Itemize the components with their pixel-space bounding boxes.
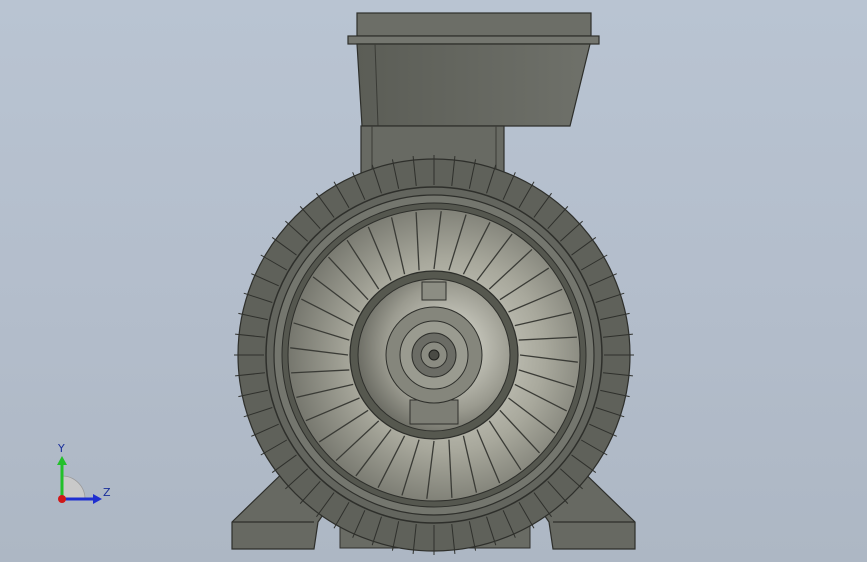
shaft-center: [428, 349, 440, 361]
triad-plane: [61, 475, 86, 500]
terminal-box-body: [356, 43, 591, 127]
axis-triad: Y Z: [48, 440, 118, 510]
motor-model[interactable]: [0, 0, 867, 562]
y-axis-arrow: [57, 456, 67, 465]
y-axis-label: Y: [58, 442, 65, 455]
terminal-box-lid: [356, 12, 592, 37]
hub-key-bottom: [409, 399, 459, 425]
z-axis-arrow: [93, 494, 102, 504]
hub-key-top: [421, 281, 447, 301]
x-axis-dot: [58, 495, 66, 503]
terminal-box-flange: [347, 35, 600, 45]
cad-viewport[interactable]: Y Z: [0, 0, 867, 562]
z-axis-label: Z: [103, 486, 111, 499]
